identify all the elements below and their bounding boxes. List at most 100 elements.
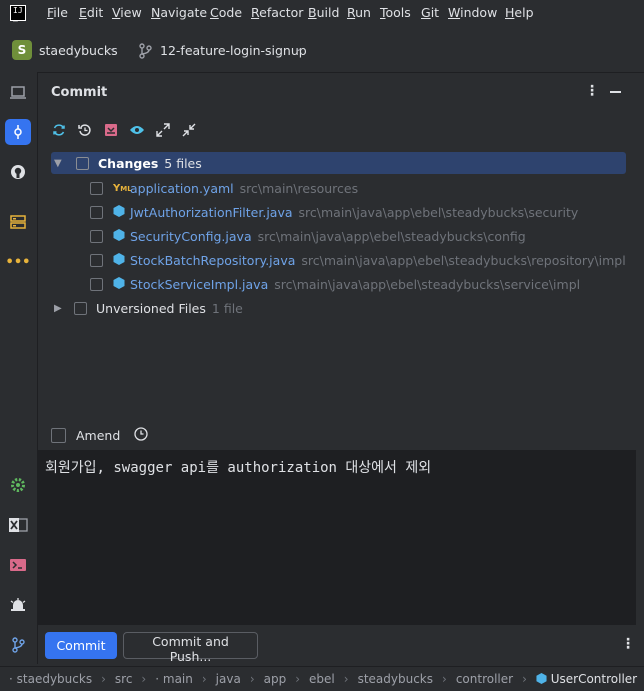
changes-tree: ▼ Changes 5 files YML application.yaml s…: [38, 150, 638, 320]
project-avatar[interactable]: S: [12, 40, 32, 60]
file-checkbox[interactable]: [90, 277, 103, 291]
menu-git[interactable]: Git: [421, 5, 439, 20]
menu-edit[interactable]: Edit: [79, 5, 103, 20]
menu-run[interactable]: Run: [347, 5, 371, 20]
changes-count: 5 files: [164, 155, 202, 171]
breadcrumb-item[interactable]: controller: [456, 672, 513, 686]
gear-icon[interactable]: [5, 472, 31, 498]
java-class-icon: [113, 204, 125, 220]
status-bar-breadcrumb: · staedybucks › src › · main › java › ap…: [0, 666, 644, 691]
file-name: StockBatchRepository.java: [130, 252, 296, 268]
java-class-icon: [113, 276, 125, 292]
menu-help[interactable]: Help: [505, 5, 534, 20]
branch-selector[interactable]: 12-feature-login-signup: [160, 43, 307, 58]
commit-button[interactable]: Commit: [45, 632, 117, 659]
services-icon[interactable]: [5, 209, 31, 235]
file-row[interactable]: SecurityConfig.java src\main\java\app\eb…: [90, 225, 526, 247]
more-tools-icon[interactable]: •••: [5, 249, 31, 275]
breadcrumb-item[interactable]: src: [115, 672, 133, 686]
commit-message-text[interactable]: 회원가입, swagger api를 authorization 대상에서 제외: [45, 457, 431, 477]
unversioned-node[interactable]: ▶ Unversioned Files 1 file: [54, 297, 243, 319]
git-tool-icon[interactable]: [5, 632, 31, 658]
minimize-icon[interactable]: [610, 91, 621, 93]
java-class-icon: [113, 252, 125, 268]
project-tool-icon[interactable]: [5, 80, 31, 106]
unversioned-count: 1 file: [211, 300, 243, 316]
file-path: src\main\java\app\ebel\steadybucks\servi…: [274, 276, 581, 292]
amend-checkbox[interactable]: [51, 428, 66, 443]
menu-navigate[interactable]: Navigate: [151, 5, 207, 20]
java-class-icon: [536, 672, 547, 687]
chevron-right-icon[interactable]: ▶: [54, 303, 66, 314]
breadcrumb-item[interactable]: · main: [155, 672, 193, 686]
collapse-all-icon[interactable]: [180, 121, 198, 139]
file-row[interactable]: YML application.yaml src\main\resources: [90, 177, 358, 199]
file-checkbox[interactable]: [90, 181, 103, 195]
chevron-down-icon[interactable]: ⌄: [294, 41, 303, 54]
file-path: src\main\resources: [239, 180, 359, 196]
file-name: JwtAuthorizationFilter.java: [130, 204, 293, 220]
breadcrumb-item[interactable]: UserController: [536, 672, 637, 687]
file-name: application.yaml: [130, 180, 234, 196]
git-branch-icon[interactable]: [138, 43, 152, 59]
amend-row: Amend: [51, 427, 148, 444]
clock-icon[interactable]: [134, 427, 148, 444]
breadcrumb-item[interactable]: · staedybucks: [9, 672, 92, 686]
editor-scrollbar[interactable]: [636, 450, 644, 625]
notifications-icon[interactable]: [5, 592, 31, 618]
file-row[interactable]: StockServiceImpl.java src\main\java\app\…: [90, 273, 580, 295]
terminal-icon[interactable]: [5, 552, 31, 578]
menu-view[interactable]: View: [112, 5, 142, 20]
rollback-icon[interactable]: [76, 121, 94, 139]
file-path: src\main\java\app\ebel\steadybucks\secur…: [298, 204, 579, 220]
changes-node[interactable]: ▼ Changes 5 files: [51, 152, 626, 174]
tool-window-strip: •••: [0, 72, 38, 664]
unversioned-checkbox[interactable]: [74, 301, 87, 315]
refresh-icon[interactable]: [50, 121, 68, 139]
unversioned-label: Unversioned Files: [96, 300, 206, 316]
expand-all-icon[interactable]: [154, 121, 172, 139]
menu-window[interactable]: Window: [448, 5, 497, 20]
breadcrumb-item[interactable]: steadybucks: [358, 672, 433, 686]
file-checkbox[interactable]: [90, 253, 103, 267]
breadcrumb-item[interactable]: java: [216, 672, 241, 686]
changes-checkbox[interactable]: [76, 156, 89, 170]
breadcrumb-separator-icon: ›: [249, 672, 255, 686]
commit-and-push-button[interactable]: Commit and Push...: [123, 632, 258, 664]
commit-tool-icon[interactable]: [5, 119, 31, 145]
chevron-down-icon[interactable]: ▼: [54, 158, 66, 169]
menu-code[interactable]: Code: [210, 5, 242, 20]
menu-refactor[interactable]: Refactor: [251, 5, 303, 20]
file-checkbox[interactable]: [90, 229, 103, 243]
panel-title: Commit: [51, 85, 108, 100]
github-icon[interactable]: [5, 159, 31, 185]
breadcrumb-item[interactable]: app: [264, 672, 287, 686]
breadcrumb-separator-icon: ›: [343, 672, 349, 686]
chevron-down-icon[interactable]: ⌄: [108, 41, 117, 54]
file-path: src\main\java\app\ebel\steadybucks\repos…: [301, 252, 626, 268]
commit-options-icon[interactable]: ⋮: [621, 636, 635, 652]
breadcrumb-separator-icon: ›: [101, 672, 106, 686]
file-row[interactable]: StockBatchRepository.java src\main\java\…: [90, 249, 626, 271]
file-checkbox[interactable]: [90, 205, 103, 219]
breadcrumb-separator-icon: ›: [442, 672, 447, 686]
eye-icon[interactable]: [128, 121, 146, 139]
breadcrumb-separator-icon: ›: [141, 672, 147, 686]
commit-actions-toolbar: [50, 121, 198, 139]
java-class-icon: [113, 228, 125, 244]
intellij-logo-icon[interactable]: IJ _: [10, 5, 26, 22]
changes-label: Changes: [98, 155, 159, 171]
file-row[interactable]: JwtAuthorizationFilter.java src\main\jav…: [90, 201, 578, 223]
amend-label[interactable]: Amend: [76, 428, 120, 443]
project-selector[interactable]: staedybucks: [39, 43, 118, 58]
shelve-icon[interactable]: [102, 121, 120, 139]
menu-file[interactable]: File: [47, 5, 68, 20]
file-name: SecurityConfig.java: [130, 228, 252, 244]
menu-build[interactable]: Build: [308, 5, 339, 20]
menu-tools[interactable]: Tools: [380, 5, 411, 20]
breadcrumb-item[interactable]: ebel: [309, 672, 335, 686]
file-path: src\main\java\app\ebel\steadybucks\confi…: [257, 228, 526, 244]
excel-icon[interactable]: [5, 512, 31, 538]
options-menu-icon[interactable]: ⋮: [585, 83, 599, 99]
file-name: StockServiceImpl.java: [130, 276, 269, 292]
